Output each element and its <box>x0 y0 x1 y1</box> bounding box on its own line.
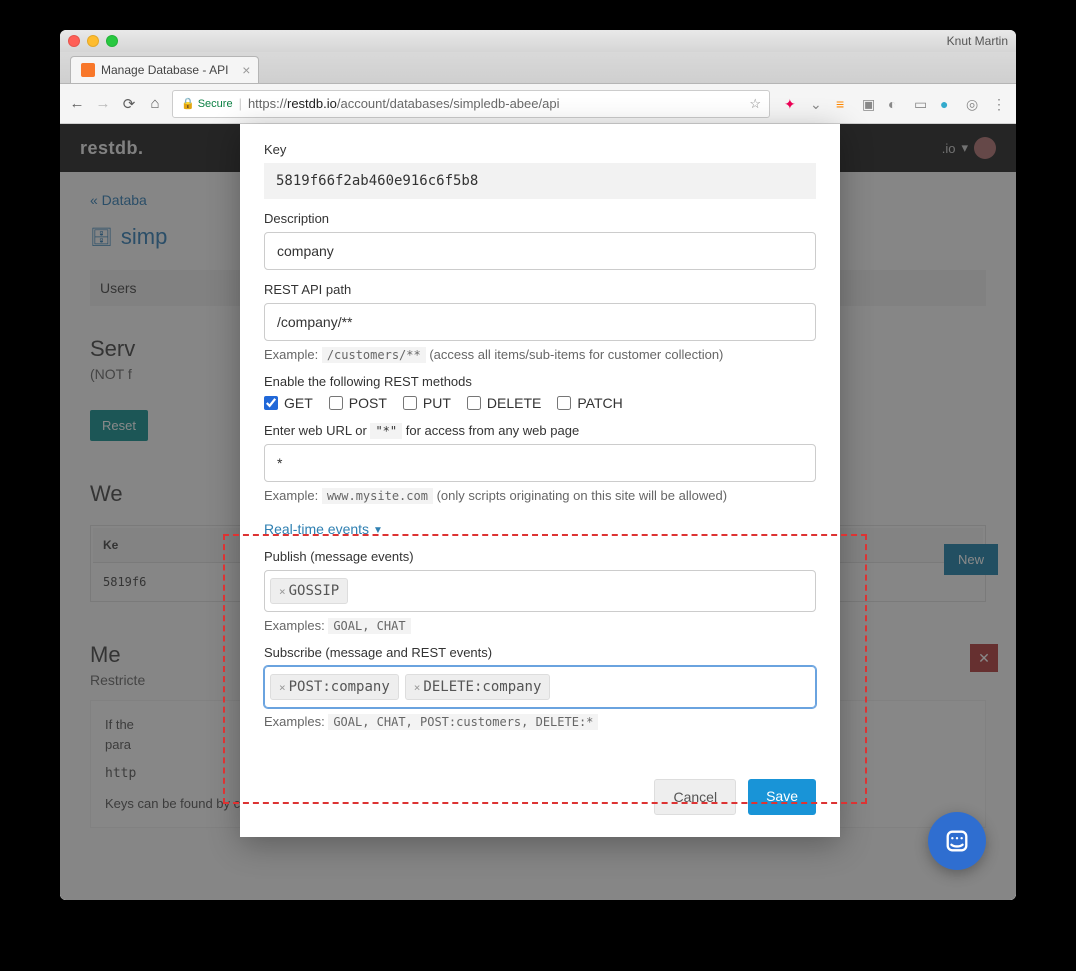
mac-titlebar: Knut Martin <box>60 30 1016 52</box>
browser-navbar: ← → ⟳ ⌂ 🔒 Secure | https://restdb.io/acc… <box>60 84 1016 124</box>
field-label: Description <box>264 211 816 226</box>
field-help: Example: www.mysite.com (only scripts or… <box>264 488 816 503</box>
chat-widget-button[interactable] <box>928 812 986 870</box>
field-help: Example: /customers/** (access all items… <box>264 347 816 362</box>
tab-close-icon[interactable]: × <box>242 62 250 78</box>
pocket-icon[interactable]: ⌄ <box>810 96 826 112</box>
favicon-icon <box>81 63 95 77</box>
reload-icon[interactable]: ⟳ <box>120 95 138 113</box>
extensions-row: ✦ ⌄ ≡ ▣ ◐ ▭ ● ◎ ⋮ <box>778 96 1008 112</box>
extension-icon[interactable]: ▭ <box>914 96 930 112</box>
forward-icon[interactable]: → <box>94 95 112 113</box>
method-patch-checkbox[interactable]: PATCH <box>557 395 622 411</box>
cast-icon[interactable]: ▣ <box>862 96 878 112</box>
methods-checkboxes: GET POST PUT DELETE PATCH <box>264 395 816 411</box>
chat-icon <box>944 828 970 854</box>
cors-url-input[interactable] <box>264 444 816 482</box>
field-label: Enable the following REST methods <box>264 374 816 389</box>
browser-tabstrip: Manage Database - API × <box>60 52 1016 84</box>
lock-icon: 🔒 <box>181 97 195 110</box>
maximize-icon[interactable] <box>106 35 118 47</box>
bookmark-star-icon[interactable]: ☆ <box>749 96 761 112</box>
description-input[interactable] <box>264 232 816 270</box>
url-text: https://restdb.io/account/databases/simp… <box>248 96 743 111</box>
extension-icon[interactable]: ◐ <box>888 96 904 112</box>
extension-icon[interactable]: ✦ <box>784 96 800 112</box>
field-label: REST API path <box>264 282 816 297</box>
browser-tab[interactable]: Manage Database - API × <box>70 56 259 83</box>
method-post-checkbox[interactable]: POST <box>329 395 387 411</box>
highlight-annotation <box>223 534 867 804</box>
browser-window: Knut Martin Manage Database - API × ← → … <box>60 30 1016 900</box>
secure-label: Secure <box>198 98 233 110</box>
minimize-icon[interactable] <box>87 35 99 47</box>
tab-title: Manage Database - API <box>101 63 228 77</box>
field-label: Enter web URL or "*" for access from any… <box>264 423 816 438</box>
address-bar[interactable]: 🔒 Secure | https://restdb.io/account/dat… <box>172 90 770 118</box>
method-get-checkbox[interactable]: GET <box>264 395 313 411</box>
extension-icon[interactable]: ● <box>940 96 956 112</box>
method-put-checkbox[interactable]: PUT <box>403 395 451 411</box>
rest-path-input[interactable] <box>264 303 816 341</box>
api-key-value: 5819f66f2ab460e916c6f5b8 <box>264 163 816 199</box>
close-icon[interactable] <box>68 35 80 47</box>
page-viewport: restdb. .io ▾ « Databa 🗄 simp Users Serv… <box>60 124 1016 900</box>
back-icon[interactable]: ← <box>68 95 86 113</box>
secure-badge: 🔒 Secure <box>181 97 233 110</box>
field-label: Key <box>264 142 816 157</box>
macos-user-label: Knut Martin <box>947 34 1008 48</box>
method-delete-checkbox[interactable]: DELETE <box>467 395 541 411</box>
extension-icon[interactable]: ◎ <box>966 96 982 112</box>
menu-icon[interactable]: ⋮ <box>992 96 1008 112</box>
home-icon[interactable]: ⌂ <box>146 95 164 113</box>
rss-icon[interactable]: ≡ <box>836 96 852 112</box>
